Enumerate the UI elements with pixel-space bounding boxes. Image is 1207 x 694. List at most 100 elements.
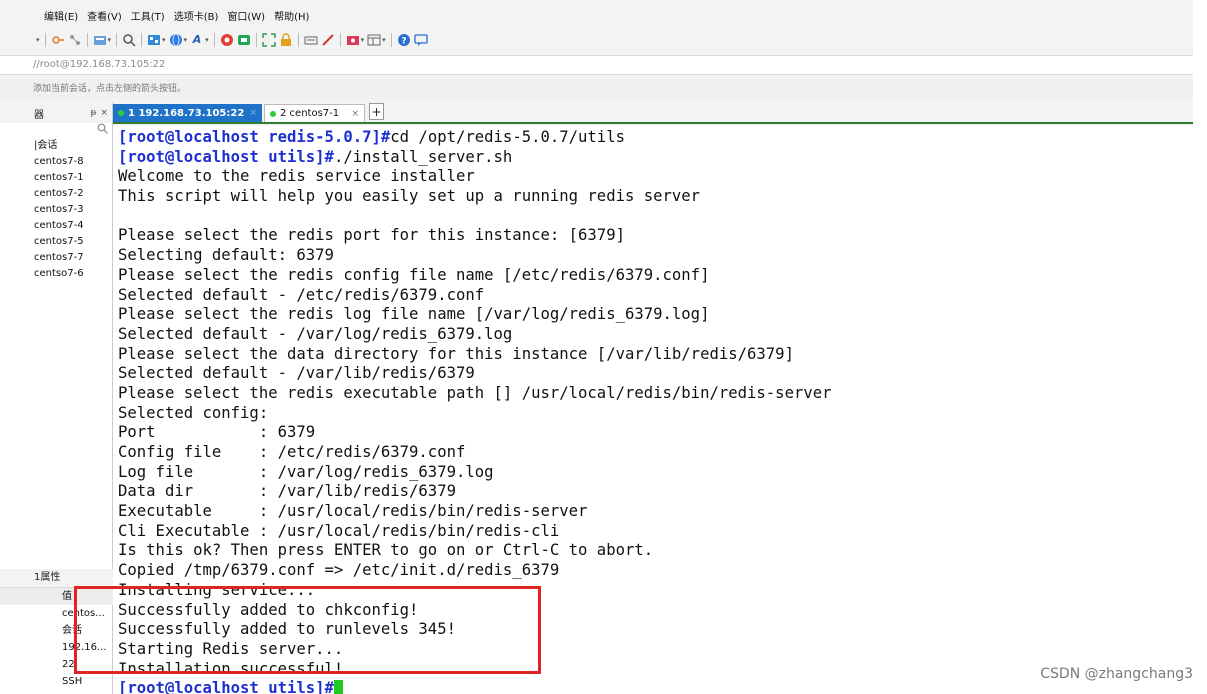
- toolbar-arrow-icon[interactable]: ▾: [36, 36, 40, 44]
- session-item[interactable]: centos7-8: [0, 154, 112, 170]
- key-icon[interactable]: [51, 33, 65, 47]
- property-value: SSH: [62, 676, 83, 687]
- lock-icon[interactable]: [279, 33, 293, 47]
- tab-bar: 1 192.168.73.105:22 × 2 centos7-1 × +: [113, 103, 1193, 124]
- menu-item-3[interactable]: 选项卡(B): [174, 8, 219, 23]
- network-icon[interactable]: [68, 33, 82, 47]
- script-icon[interactable]: [346, 33, 360, 47]
- menu-item-1[interactable]: 查看(V): [87, 8, 122, 23]
- color-icon[interactable]: [220, 33, 234, 47]
- toolbar-separator: [116, 33, 118, 47]
- tab-session-1[interactable]: 1 192.168.73.105:22 ×: [113, 104, 262, 122]
- session-hint-bar: 添加当前会话，点击左侧的箭头按钮。: [0, 79, 1193, 99]
- terminal-text: Cli Executable : /usr/local/redis/bin/re…: [118, 521, 560, 540]
- terminal-text: Selected config:: [118, 403, 269, 422]
- terminal-text: Executable : /usr/local/redis/bin/redis-…: [118, 502, 588, 521]
- terminal-line: Please select the redis config file name…: [118, 266, 832, 286]
- toolbar-separator: [44, 33, 46, 47]
- terminal-text: Copied /tmp/6379.conf => /etc/init.d/red…: [118, 561, 560, 580]
- address-bar[interactable]: //root@192.168.73.105:22: [0, 55, 1193, 75]
- new-tab-button[interactable]: +: [369, 103, 384, 120]
- terminal-text: Port : 6379: [118, 423, 316, 442]
- help-icon[interactable]: ?: [397, 33, 411, 47]
- toolbar-separator: [390, 33, 392, 47]
- terminal-text: cd /opt/redis-5.0.7/utils: [390, 128, 625, 146]
- toolbar-separator: [255, 33, 257, 47]
- close-icon[interactable]: ×: [351, 109, 359, 119]
- chat-icon[interactable]: [413, 33, 428, 47]
- watermark: CSDN @zhangchang3: [1040, 666, 1193, 682]
- terminal-text: Selected default - /var/log/redis_6379.l…: [118, 324, 513, 343]
- session-item[interactable]: centos7-5: [0, 234, 112, 250]
- terminal-line: Selected default - /var/lib/redis/6379: [118, 364, 832, 384]
- pin-icon[interactable]: ᵽ: [90, 108, 96, 118]
- shell-prompt: [root@localhost redis-5.0.7]#: [118, 128, 391, 146]
- session-manager-header: 器 ᵽ ×: [0, 103, 112, 123]
- terminal-line: Selected default - /etc/redis/6379.conf: [118, 286, 832, 306]
- sftp-icon[interactable]: [147, 33, 161, 47]
- terminal-text: Please select the data directory for thi…: [118, 344, 794, 363]
- toolbar-separator: [297, 33, 299, 47]
- terminal-line: Config file : /etc/redis/6379.conf: [118, 443, 832, 463]
- terminal-line: Log file : /var/log/redis_6379.log: [118, 463, 832, 483]
- chevron-down-icon[interactable]: ▾: [184, 36, 188, 44]
- fullscreen-icon[interactable]: [261, 33, 276, 47]
- terminal-text: Config file : /etc/redis/6379.conf: [118, 443, 466, 461]
- close-icon[interactable]: ×: [249, 108, 257, 118]
- svg-text:?: ?: [401, 37, 406, 47]
- tab-session-2[interactable]: 2 centos7-1 ×: [264, 104, 365, 122]
- menu-item-0[interactable]: 编辑(E): [44, 8, 78, 23]
- terminal-line: Executable : /usr/local/redis/bin/redis-…: [118, 502, 832, 522]
- toolbar-separator: [141, 33, 143, 47]
- search-icon[interactable]: [0, 123, 112, 137]
- terminal-cursor: [333, 680, 343, 694]
- terminal-text: Data dir : /var/lib/redis/6379: [118, 482, 456, 501]
- terminal-line: Please select the redis port for this in…: [118, 226, 832, 246]
- terminal-text: ./install_server.sh: [333, 147, 513, 166]
- terminal-text: Is this ok? Then press ENTER to go on or…: [118, 541, 654, 560]
- globe-icon[interactable]: [169, 33, 183, 47]
- close-icon[interactable]: ×: [100, 108, 108, 118]
- chevron-down-icon[interactable]: ▾: [361, 36, 365, 44]
- menu-item-5[interactable]: 帮助(H): [274, 8, 309, 23]
- session-root[interactable]: |会话: [0, 138, 112, 154]
- terminal-line: Port : 6379: [118, 423, 832, 443]
- xftp-icon[interactable]: [237, 33, 251, 47]
- highlight-annotation-box: [74, 586, 541, 674]
- session-item[interactable]: centos7-3: [0, 202, 112, 218]
- terminal-text: This script will help you easily set up …: [118, 187, 701, 206]
- session-item[interactable]: centso7-6: [0, 266, 112, 282]
- menu-item-2[interactable]: 工具(T): [131, 8, 165, 23]
- terminal-line: Please select the redis log file name [/…: [118, 305, 832, 325]
- keyboard-icon[interactable]: [304, 33, 318, 47]
- toolbar-separator: [86, 33, 88, 47]
- connection-status-icon: [270, 110, 276, 117]
- search-icon[interactable]: [122, 33, 136, 47]
- session-item[interactable]: centos7-2: [0, 186, 112, 202]
- session-manager-title: 器: [34, 109, 44, 121]
- pen-icon[interactable]: [321, 33, 335, 47]
- terminal-line: Copied /tmp/6379.conf => /etc/init.d/red…: [118, 561, 832, 581]
- terminal-line: Data dir : /var/lib/redis/6379: [118, 482, 832, 502]
- session-item[interactable]: centos7-4: [0, 218, 112, 234]
- layout-icon[interactable]: [367, 33, 381, 47]
- shell-prompt: [root@localhost utils]#: [118, 679, 334, 694]
- menu-item-4[interactable]: 窗口(W): [227, 8, 265, 23]
- font-icon[interactable]: A: [190, 33, 204, 47]
- toolbar-separator: [339, 33, 341, 47]
- tab-label: 1 192.168.73.105:22: [128, 107, 245, 119]
- chevron-down-icon[interactable]: ▾: [162, 36, 166, 44]
- terminal-text: Please select the redis port for this in…: [118, 226, 625, 245]
- session-item[interactable]: centos7-1: [0, 170, 112, 186]
- menu-bar: 编辑(E) 查看(V) 工具(T) 选项卡(B) 窗口(W) 帮助(H): [0, 5, 1193, 25]
- transfer-icon[interactable]: [93, 33, 107, 47]
- chevron-down-icon[interactable]: ▾: [108, 36, 112, 44]
- session-item[interactable]: centos7-7: [0, 250, 112, 266]
- chevron-down-icon[interactable]: ▾: [205, 36, 209, 44]
- terminal-text: Please select the redis executable path …: [118, 383, 832, 402]
- toolbar: ▾ ▾ ▾ ▾ A ▾ ▾ ▾ ?: [0, 29, 1193, 51]
- terminal-text: Selected default - /var/lib/redis/6379: [118, 364, 475, 383]
- chevron-down-icon[interactable]: ▾: [382, 36, 386, 44]
- terminal-line: [root@localhost utils]#./install_server.…: [118, 148, 832, 168]
